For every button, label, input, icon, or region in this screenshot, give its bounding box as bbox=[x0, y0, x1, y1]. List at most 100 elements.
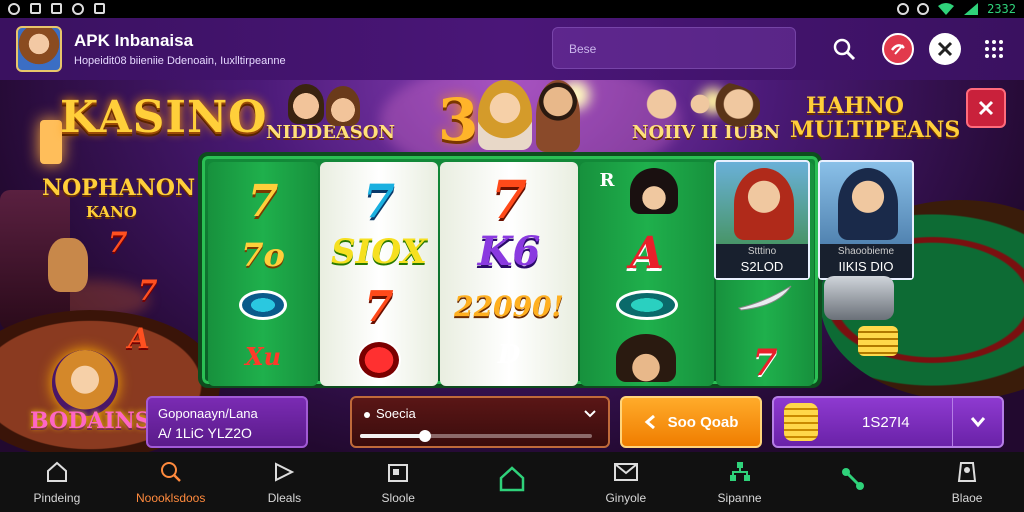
profile-icon bbox=[954, 459, 980, 485]
home-icon bbox=[44, 459, 70, 485]
chip-icon bbox=[616, 290, 678, 320]
player-name: Shaoobieme bbox=[837, 246, 895, 257]
balance-expand-button[interactable] bbox=[952, 398, 1002, 446]
chip-icon bbox=[239, 290, 287, 320]
grid-menu-icon bbox=[985, 40, 1003, 58]
sync-icon bbox=[72, 3, 84, 15]
reel-symbol: 7 bbox=[247, 176, 279, 227]
lamp bbox=[40, 120, 62, 164]
nav-item-search[interactable]: Noooklsdoos bbox=[114, 452, 228, 512]
character-group bbox=[640, 80, 760, 128]
reel-symbol bbox=[320, 340, 438, 384]
side-reel: 7 7 A bbox=[108, 180, 198, 370]
promo-line-1: Goponaayn/Lana bbox=[158, 406, 258, 421]
nav-item-home[interactable]: Pindeing bbox=[0, 452, 114, 512]
game-selector[interactable]: Soecia bbox=[350, 396, 610, 448]
chip-icon bbox=[357, 340, 401, 380]
balance-panel[interactable]: 1S27I4 bbox=[772, 396, 1004, 448]
character-man bbox=[536, 80, 580, 152]
nav-item-spin[interactable]: Sipanne bbox=[683, 452, 797, 512]
player-card-label: Stttino S2LOD bbox=[716, 244, 808, 278]
bottom-nav: Pindeing Noooklsdoos Dleals Sloole Ginyo… bbox=[0, 452, 1024, 512]
app-title: APK Inbanaisa bbox=[74, 31, 194, 50]
player-card[interactable]: Shaoobieme IIKIS DIO bbox=[818, 160, 914, 280]
banner-title-left: KASINO bbox=[60, 92, 268, 143]
network-icon bbox=[727, 459, 753, 485]
close-banner-button[interactable] bbox=[966, 88, 1006, 128]
slot-lever[interactable] bbox=[824, 276, 894, 320]
reel-symbol: 7 bbox=[362, 174, 395, 228]
reel-symbol bbox=[208, 290, 318, 324]
mail-icon bbox=[613, 459, 639, 485]
reel-symbol: SIOX bbox=[331, 232, 427, 272]
app-header: APK Inbanaisa Hopeidit08 biieniie Ddenoa… bbox=[0, 18, 1024, 80]
chevron-down-icon bbox=[970, 417, 985, 428]
promo-button[interactable] bbox=[882, 33, 914, 65]
reel: 7 SIOX 7 bbox=[320, 162, 438, 386]
reel-symbol: Xu bbox=[244, 342, 282, 371]
nav-item-deals[interactable]: Dleals bbox=[228, 452, 342, 512]
reel-symbol: D bbox=[497, 340, 521, 370]
app-subtitle: Hopeidit08 biieniie Ddenoain, Iuxlltirpe… bbox=[74, 55, 286, 67]
avatar[interactable] bbox=[16, 26, 62, 72]
balance-amount: 1S27I4 bbox=[862, 413, 910, 431]
slot-machine[interactable]: 7 7o Xu 7 SIOX 7 7 K6 22090! D R A 7 Stt… bbox=[198, 152, 914, 388]
player-avatar bbox=[838, 168, 898, 240]
notification-icon bbox=[8, 3, 20, 15]
reel-symbol: 7 bbox=[364, 282, 394, 331]
house-icon bbox=[499, 466, 525, 492]
nav-label: Noooklsdoos bbox=[135, 491, 206, 505]
coin-stack bbox=[858, 326, 898, 356]
menu-button[interactable] bbox=[978, 33, 1010, 65]
reel-symbol: 7o bbox=[241, 236, 285, 274]
player-avatar bbox=[734, 168, 794, 240]
location-icon bbox=[897, 3, 910, 15]
photo-icon bbox=[51, 3, 62, 14]
search-button[interactable] bbox=[828, 33, 860, 65]
cta-label: Soo Qoab bbox=[667, 413, 739, 431]
store-icon bbox=[385, 459, 411, 485]
search-icon bbox=[158, 459, 184, 485]
nav-item-mail[interactable]: Ginyole bbox=[569, 452, 683, 512]
search-icon bbox=[833, 38, 856, 61]
nav-item-store[interactable]: Sloole bbox=[341, 452, 455, 512]
slider-thumb[interactable] bbox=[418, 430, 431, 442]
player-card-label: Shaoobieme IIKIS DIO bbox=[820, 244, 912, 278]
reel-symbol: K6 bbox=[477, 228, 541, 275]
character-cowboy bbox=[616, 334, 676, 382]
download-icon bbox=[94, 3, 105, 14]
wifi-icon bbox=[938, 3, 955, 15]
brand-text: BODAINS bbox=[30, 408, 151, 434]
clock: 2332 bbox=[987, 2, 1016, 16]
reel: R A bbox=[580, 162, 714, 386]
signal-icon bbox=[964, 3, 979, 15]
tools-button[interactable] bbox=[929, 33, 961, 65]
nav-item-call[interactable] bbox=[796, 452, 910, 512]
character-boy bbox=[288, 84, 324, 124]
nav-label: Pindeing bbox=[33, 491, 81, 505]
nav-label: Dleals bbox=[267, 491, 302, 505]
nav-label: Sloole bbox=[381, 491, 415, 505]
promo-card[interactable]: Goponaayn/Lana A/ 1LiC YLZ2O bbox=[146, 396, 308, 448]
level-slider[interactable] bbox=[360, 430, 592, 442]
phone-icon bbox=[840, 466, 866, 492]
banner-number: 3 bbox=[438, 86, 479, 154]
player-card[interactable]: Stttino S2LOD bbox=[714, 160, 810, 280]
chat-icon bbox=[271, 459, 297, 485]
side-symbol: 7 bbox=[138, 274, 158, 307]
nav-item-profile[interactable]: Blaoe bbox=[910, 452, 1024, 512]
bullet-icon bbox=[364, 411, 370, 418]
nav-item-lobby[interactable] bbox=[455, 452, 569, 512]
gift-icon bbox=[891, 44, 905, 55]
reel-symbol: 22090! bbox=[454, 290, 564, 323]
cta-button[interactable]: Soo Qoab bbox=[620, 396, 762, 448]
promo-line-2: A/ 1LiC YLZ2O bbox=[158, 425, 252, 441]
chevron-left-icon bbox=[644, 415, 655, 429]
search-input[interactable]: Bese bbox=[552, 27, 796, 69]
side-symbol: 7 bbox=[108, 226, 128, 259]
nav-label: Ginyole bbox=[605, 491, 647, 505]
banner-sub-left: NIDDEASON bbox=[266, 122, 395, 143]
reel-symbol bbox=[716, 282, 814, 316]
selector-value: Soecia bbox=[376, 406, 416, 421]
player-amount: IIKIS DIO bbox=[838, 259, 894, 274]
